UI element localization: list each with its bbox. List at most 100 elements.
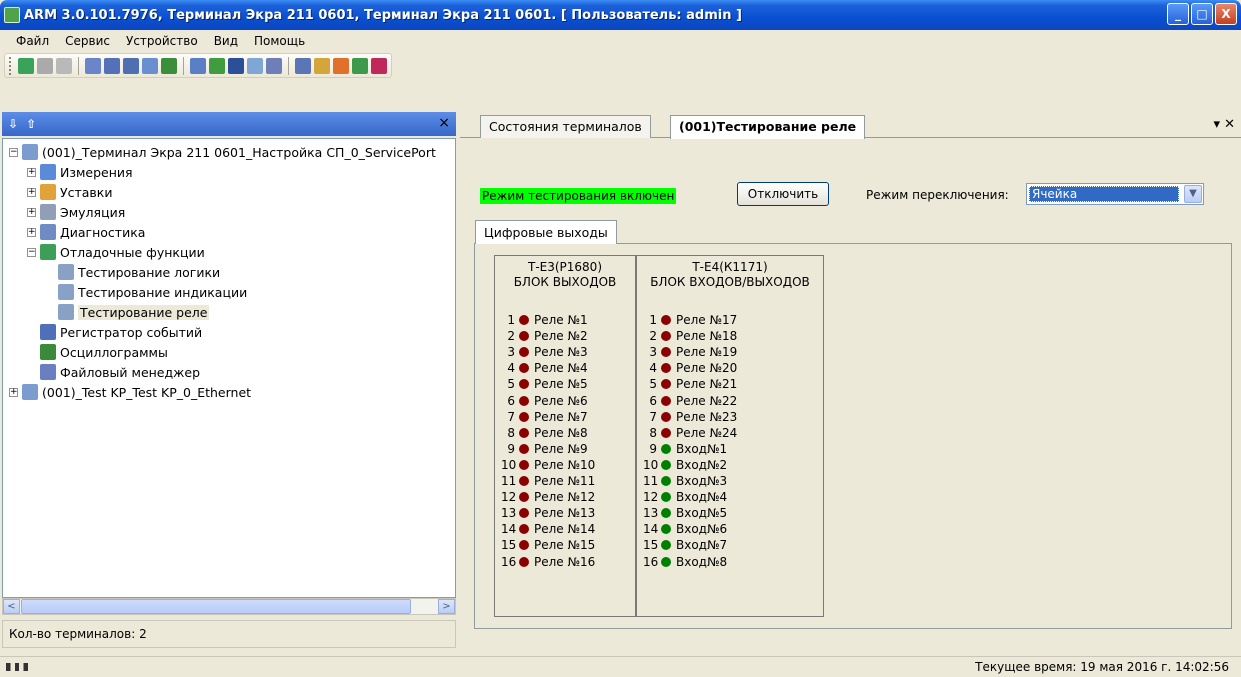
properties-icon[interactable] [56,57,72,74]
relay-state-indicator-icon[interactable] [661,347,671,358]
relay-state-indicator-icon[interactable] [519,443,529,454]
relay-state-indicator-icon[interactable] [519,508,529,519]
tab-relay-testing[interactable]: (001)Тестирование реле [670,115,866,139]
menu-device[interactable]: Устройство [118,32,206,50]
tree-item[interactable]: − Отладочные функции [27,243,205,261]
scroll-left-button[interactable]: < [3,599,20,614]
tree-item[interactable]: Тестирование логики [45,263,220,281]
tree-icon[interactable] [209,57,225,74]
input-row[interactable]: 14 Вход№6 [643,521,727,537]
tree-item[interactable]: + Диагностика [27,223,145,241]
eye-icon[interactable] [247,57,263,74]
tab-controls[interactable]: ▾ ✕ [1213,117,1235,132]
relay-state-indicator-icon[interactable] [661,363,671,374]
relay-row[interactable]: 1 Реле №17 [643,312,737,328]
scroll-thumb[interactable] [21,599,411,614]
relay-state-indicator-icon[interactable] [519,524,529,535]
relay-state-indicator-icon[interactable] [519,331,529,342]
tree-item[interactable]: + (001)_Test KP_Test KP_0_Ethernet [9,383,251,401]
relay-state-indicator-icon[interactable] [519,492,529,503]
relay-row[interactable]: 14 Реле №14 [501,521,595,537]
expand-icon[interactable]: + [27,227,36,237]
folder-icon[interactable] [314,57,330,74]
relay-row[interactable]: 5 Реле №5 [501,376,587,392]
expand-icon[interactable]: + [9,387,18,397]
window-icon[interactable] [142,57,158,74]
relay-row[interactable]: 8 Реле №8 [501,425,587,441]
mail-icon[interactable] [266,57,282,74]
relay-state-indicator-icon[interactable] [519,347,529,358]
relay-state-indicator-icon[interactable] [519,427,529,438]
filter-icon[interactable] [228,57,244,74]
input-row[interactable]: 12 Вход№4 [643,489,727,505]
relay-state-indicator-icon[interactable] [519,363,529,374]
close-button[interactable]: X [1215,3,1237,25]
relay-row[interactable]: 7 Реле №23 [643,409,737,425]
relay-row[interactable]: 9 Реле №9 [501,441,587,457]
toolbar-grip[interactable] [9,56,12,75]
book-icon[interactable] [371,57,387,74]
tree-item[interactable]: − (001)_Терминал Экра 211 0601_Настройка … [9,143,436,161]
input-row[interactable]: 16 Вход№8 [643,554,727,570]
input-row[interactable]: 9 Вход№1 [643,441,727,457]
minimize-button[interactable]: _ [1167,3,1189,25]
export-icon[interactable] [161,57,177,74]
disable-button[interactable]: Отключить [737,182,829,206]
input-state-indicator-icon[interactable] [661,476,671,486]
relay-row[interactable]: 2 Реле №2 [501,328,587,344]
relay-state-indicator-icon[interactable] [661,315,671,325]
collapse-icon[interactable]: − [9,147,18,157]
tree-item[interactable]: Тестирование индикации [45,283,247,301]
input-row[interactable]: 10 Вход№2 [643,457,727,473]
relay-state-indicator-icon[interactable] [661,331,671,342]
relay-row[interactable]: 8 Реле №24 [643,425,737,441]
collapse-icon[interactable]: − [27,247,36,257]
rss-icon[interactable] [333,57,349,74]
select-icon[interactable] [104,57,120,74]
relay-row[interactable]: 3 Реле №3 [501,344,587,360]
panel-close-button[interactable]: × [438,115,450,131]
relay-state-indicator-icon[interactable] [519,459,529,470]
disconnect-icon[interactable] [37,57,53,74]
input-state-indicator-icon[interactable] [661,508,671,519]
chevron-down-icon[interactable]: ▼ [1184,185,1202,203]
input-state-indicator-icon[interactable] [661,492,671,503]
maximize-button[interactable]: □ [1191,3,1213,25]
expand-icon[interactable]: + [27,187,36,197]
relay-state-indicator-icon[interactable] [519,411,529,422]
relay-row[interactable]: 15 Реле №15 [501,537,595,553]
relay-row[interactable]: 4 Реле №20 [643,360,737,376]
horizontal-scrollbar[interactable]: < > [2,598,456,615]
relay-row[interactable]: 10 Реле №10 [501,457,595,473]
report-icon[interactable] [190,57,206,74]
tab-terminal-states[interactable]: Состояния терминалов [480,115,651,138]
relay-row[interactable]: 16 Реле №16 [501,554,595,570]
input-row[interactable]: 13 Вход№5 [643,505,727,521]
input-state-indicator-icon[interactable] [661,556,671,567]
tree-item[interactable]: Тестирование реле [45,303,210,321]
input-row[interactable]: 11 Вход№3 [643,473,727,489]
tree-item[interactable]: + Измерения [27,163,133,181]
scroll-right-button[interactable]: > [438,599,455,614]
relay-row[interactable]: 3 Реле №19 [643,344,737,360]
input-state-indicator-icon[interactable] [661,524,671,535]
relay-row[interactable]: 12 Реле №12 [501,489,595,505]
input-state-indicator-icon[interactable] [661,459,671,470]
relay-state-indicator-icon[interactable] [519,540,529,551]
relay-state-indicator-icon[interactable] [661,395,671,406]
menu-file[interactable]: Файл [8,32,57,50]
tree-item[interactable]: Регистратор событий [27,323,202,341]
tree-item[interactable]: + Эмуляция [27,203,125,221]
arrow-up-icon[interactable]: ⇧ [26,117,36,131]
tree-item[interactable]: + Уставки [27,183,112,201]
chart-icon[interactable] [295,57,311,74]
relay-state-indicator-icon[interactable] [661,427,671,438]
relay-state-indicator-icon[interactable] [519,476,529,486]
relay-row[interactable]: 2 Реле №18 [643,328,737,344]
relay-row[interactable]: 5 Реле №21 [643,376,737,392]
menu-help[interactable]: Помощь [246,32,313,50]
relay-row[interactable]: 1 Реле №1 [501,312,587,328]
menu-view[interactable]: Вид [206,32,246,50]
tree-item[interactable]: Осциллограммы [27,343,168,361]
relay-row[interactable]: 4 Реле №4 [501,360,587,376]
